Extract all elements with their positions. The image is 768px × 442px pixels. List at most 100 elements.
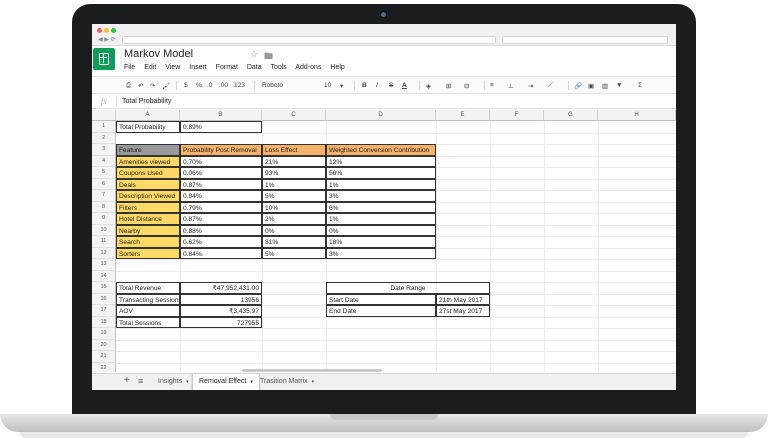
metric-value[interactable]: 727955 — [180, 316, 262, 328]
table-cell[interactable]: 93% — [262, 167, 326, 179]
table-cell[interactable]: 31% — [262, 236, 326, 248]
font-select[interactable]: Roboto — [262, 82, 283, 89]
font-size-select[interactable]: 10 — [324, 82, 331, 89]
row-header-12[interactable]: 12 — [92, 247, 116, 259]
table-cell[interactable]: 0% — [326, 224, 436, 236]
table-cell[interactable]: 0.79% — [180, 201, 262, 213]
table-cell[interactable]: 12% — [326, 155, 436, 167]
feature-name-cell[interactable]: Hotel Distance — [116, 213, 180, 225]
nav-arrows-icon[interactable]: ◀ ▶ ⟳ — [98, 36, 116, 43]
percent-button[interactable]: % — [196, 82, 202, 89]
table-header-cell[interactable]: Probability Post Removal — [180, 144, 262, 156]
sheet-tab-insights[interactable]: Insights ▾ — [152, 374, 195, 390]
metric-value[interactable]: ₹47,952,431.00 — [180, 282, 262, 294]
text-wrap-icon[interactable]: ⇥ — [528, 82, 533, 90]
table-cell[interactable]: 0.84% — [180, 247, 262, 259]
minimize-dot[interactable] — [104, 28, 109, 33]
menu-insert[interactable]: Insert — [189, 64, 207, 71]
feature-name-cell[interactable]: Sorters — [116, 247, 180, 259]
table-cell[interactable]: 3% — [326, 247, 436, 259]
bold-button[interactable]: B — [362, 82, 367, 89]
table-cell[interactable]: 1% — [326, 178, 436, 190]
feature-name-cell[interactable]: Amenities viewed — [116, 155, 180, 167]
sheets-logo-icon[interactable] — [93, 48, 115, 70]
row-header-13[interactable]: 13 — [92, 259, 116, 271]
chevron-down-icon[interactable]: ▾ — [312, 379, 315, 385]
metric-value[interactable]: ₹3,435.97 — [180, 305, 262, 317]
fill-color-icon[interactable]: ◈ — [426, 82, 431, 90]
date-label[interactable]: End Date — [326, 305, 436, 317]
chart-icon[interactable]: ▥ — [602, 82, 608, 90]
row-header-17[interactable]: 17 — [92, 305, 116, 317]
table-cell[interactable]: 0.87% — [180, 213, 262, 225]
strikethrough-button[interactable]: S — [389, 82, 393, 89]
column-header-d[interactable]: D — [326, 110, 436, 121]
menu-format[interactable]: Format — [216, 64, 238, 71]
sheet-tab-trasition-matrix[interactable]: Trasition Matrix ▾ — [254, 374, 320, 390]
row-header-9[interactable]: 9 — [92, 213, 116, 225]
document-title[interactable]: Markov Model — [124, 48, 193, 60]
row-header-2[interactable]: 2 — [92, 132, 116, 144]
row-header-4[interactable]: 4 — [92, 155, 116, 167]
table-cell[interactable]: 18% — [326, 236, 436, 248]
table-cell[interactable]: 0.87% — [180, 178, 262, 190]
sheet-tab-removal-effect[interactable]: Removal Effect ▾ — [192, 374, 260, 390]
text-rotate-icon[interactable]: ⟋ — [548, 82, 553, 90]
comment-icon[interactable]: ▣ — [588, 82, 594, 90]
metric-label[interactable]: AOV — [116, 305, 180, 317]
feature-name-cell[interactable]: Description Viewed — [116, 190, 180, 202]
increase-decimal-button[interactable]: .00 — [219, 82, 228, 89]
table-cell[interactable]: 0% — [262, 224, 326, 236]
row-header-7[interactable]: 7 — [92, 190, 116, 202]
select-all-corner[interactable] — [92, 110, 116, 121]
row-header-15[interactable]: 15 — [92, 282, 116, 294]
table-cell[interactable]: 0.84% — [180, 190, 262, 202]
row-header-8[interactable]: 8 — [92, 201, 116, 213]
table-cell[interactable]: 1% — [326, 213, 436, 225]
row-header-22[interactable]: 22 — [92, 362, 116, 372]
align-left-icon[interactable]: ≡ — [490, 82, 494, 89]
menu-view[interactable]: View — [165, 64, 180, 71]
folder-icon[interactable]: 🖿 — [264, 49, 273, 65]
table-header-cell[interactable]: Weighted Conversion Contribution — [326, 144, 436, 156]
column-header-f[interactable]: F — [490, 110, 544, 121]
browser-search-box[interactable] — [502, 36, 668, 44]
italic-button[interactable]: I — [376, 82, 378, 89]
chevron-down-icon[interactable]: ▾ — [340, 82, 343, 90]
table-header-cell[interactable]: Feature — [116, 144, 180, 156]
text-color-button[interactable]: A — [402, 82, 407, 89]
table-cell[interactable]: 1% — [262, 178, 326, 190]
more-formats-button[interactable]: 123 — [234, 82, 245, 89]
row-header-11[interactable]: 11 — [92, 236, 116, 248]
redo-icon[interactable]: ↷ — [150, 82, 155, 90]
date-range-title[interactable]: Date Range — [326, 282, 490, 294]
table-cell[interactable]: 0.62% — [180, 236, 262, 248]
feature-name-cell[interactable]: Coupons Used — [116, 167, 180, 179]
menu-help[interactable]: Help — [330, 64, 344, 71]
table-cell[interactable]: 6% — [326, 201, 436, 213]
metric-label[interactable]: Total Revenue — [116, 282, 180, 294]
chevron-down-icon[interactable]: ▾ — [186, 379, 189, 385]
column-header-h[interactable]: H — [598, 110, 676, 121]
chevron-down-icon[interactable]: ▾ — [250, 379, 253, 385]
address-bar[interactable] — [122, 36, 496, 44]
vertical-align-icon[interactable]: ⊥ — [508, 82, 514, 90]
borders-icon[interactable]: ⊞ — [446, 82, 451, 90]
table-cell[interactable]: 21% — [262, 155, 326, 167]
decrease-decimal-button[interactable]: .0 — [207, 82, 212, 89]
feature-name-cell[interactable]: Deals — [116, 178, 180, 190]
star-icon[interactable]: ☆ — [250, 49, 258, 60]
row-header-5[interactable]: 5 — [92, 167, 116, 179]
functions-icon[interactable]: Σ — [638, 82, 642, 89]
row-header-1[interactable]: 1 — [92, 121, 116, 133]
undo-icon[interactable]: ↶ — [138, 82, 143, 90]
total-probability-value[interactable]: 0.89% — [180, 121, 262, 133]
row-header-10[interactable]: 10 — [92, 224, 116, 236]
spreadsheet-grid[interactable]: ABCDEFGH 1 2 3 4 5 6 7 8 9 10 11 12 13 14 15 16 17 18 19 20… — [92, 110, 676, 372]
column-header-c[interactable]: C — [262, 110, 326, 121]
print-icon[interactable]: ⎙ — [126, 82, 131, 90]
date-value[interactable]: 21th May 2017 — [436, 293, 490, 305]
row-header-20[interactable]: 20 — [92, 339, 116, 351]
menu-data[interactable]: Data — [247, 64, 262, 71]
metric-label[interactable]: Total Sessions — [116, 316, 180, 328]
